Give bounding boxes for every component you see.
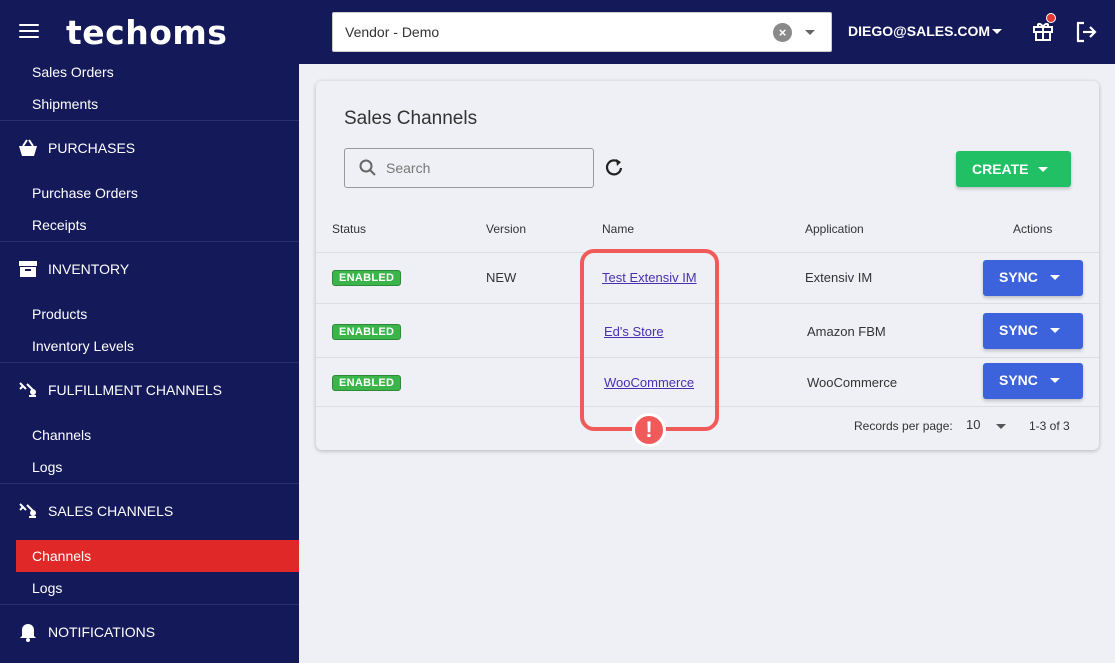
sync-label: SYNC — [999, 322, 1038, 338]
chevron-down-icon — [1038, 167, 1048, 172]
exclamation-icon: ! — [632, 413, 666, 447]
logout-icon[interactable] — [1074, 20, 1098, 44]
sidebar-item-products[interactable]: Products — [32, 306, 87, 322]
sidebar-divider — [0, 483, 299, 484]
status-badge: ENABLED — [332, 324, 402, 340]
sidebar-item-purchases[interactable]: PURCHASES — [18, 138, 135, 158]
sync-button[interactable]: SYNC — [983, 313, 1083, 349]
application-cell: WooCommerce — [807, 375, 898, 390]
sidebar-item-shipments[interactable]: Shipments — [32, 96, 98, 112]
sidebar-item-fulfillment-channels-list[interactable]: Channels — [32, 427, 91, 443]
create-label: CREATE — [972, 161, 1029, 177]
chevron-down-icon — [1050, 328, 1060, 333]
annotation-highlight-box — [580, 249, 719, 431]
records-per-page-label: Records per page: — [854, 419, 953, 433]
channels-icon — [18, 380, 38, 400]
chevron-down-icon — [1050, 378, 1060, 383]
sidebar-divider — [0, 362, 299, 363]
column-header-name[interactable]: Name — [602, 222, 634, 236]
column-header-version[interactable]: Version — [486, 222, 526, 236]
page-title: Sales Channels — [344, 108, 478, 129]
archive-icon — [18, 259, 38, 279]
sidebar-item-sales-channels[interactable]: SALES CHANNELS — [18, 501, 173, 521]
vendor-value: Vendor - Demo — [345, 24, 440, 40]
pagination-range: 1-3 of 3 — [1029, 419, 1070, 433]
sync-button[interactable]: SYNC — [983, 260, 1083, 296]
sidebar-item-purchase-orders[interactable]: Purchase Orders — [32, 185, 138, 201]
gift-icon[interactable] — [1032, 13, 1056, 42]
sidebar-item-receipts[interactable]: Receipts — [32, 217, 86, 233]
basket-icon — [18, 138, 38, 158]
create-button[interactable]: CREATE — [956, 151, 1071, 187]
channels-icon — [18, 501, 38, 521]
sidebar-item-inventory-levels[interactable]: Inventory Levels — [32, 338, 134, 354]
application-cell: Extensiv IM — [805, 270, 873, 285]
search-placeholder: Search — [386, 160, 431, 176]
top-bar: techoms Vendor - Demo × DIEGO@SALES.COM — [0, 0, 1115, 64]
menu-icon[interactable] — [19, 24, 39, 40]
sidebar-item-label: SALES CHANNELS — [48, 503, 174, 519]
sidebar-item-sales-orders[interactable]: Sales Orders — [32, 64, 114, 80]
vendor-select[interactable]: Vendor - Demo × — [332, 12, 832, 52]
chevron-down-icon[interactable] — [805, 30, 815, 35]
application-cell: Amazon FBM — [807, 324, 886, 339]
column-header-actions: Actions — [1013, 222, 1053, 236]
sidebar-item-label: FULFILLMENT CHANNELS — [48, 382, 223, 398]
sidebar-divider — [0, 241, 299, 242]
bell-icon — [18, 622, 38, 642]
sidebar-item-fulfillment-channels[interactable]: FULFILLMENT CHANNELS — [18, 380, 222, 400]
chevron-down-icon — [1050, 275, 1060, 280]
sidebar-item-label: PURCHASES — [48, 140, 136, 156]
clear-icon[interactable]: × — [773, 23, 792, 42]
sidebar-item-notifications[interactable]: NOTIFICATIONS — [18, 622, 155, 642]
records-per-page-select[interactable]: 10 — [966, 417, 980, 432]
user-chevron-down-icon[interactable] — [992, 29, 1002, 34]
sync-label: SYNC — [999, 372, 1038, 388]
status-badge: ENABLED — [332, 270, 402, 286]
sidebar-item-label: INVENTORY — [48, 261, 130, 277]
sidebar-item-inventory[interactable]: INVENTORY — [18, 259, 129, 279]
sidebar: Sales Orders Shipments PURCHASES Purchas… — [0, 64, 299, 663]
sync-button[interactable]: SYNC — [983, 363, 1083, 399]
user-menu[interactable]: DIEGO@SALES.COM — [848, 23, 990, 39]
refresh-icon[interactable] — [604, 157, 624, 182]
status-badge: ENABLED — [332, 375, 402, 391]
sidebar-item-fulfillment-logs[interactable]: Logs — [32, 459, 62, 475]
column-header-application[interactable]: Application — [805, 222, 864, 236]
sidebar-item-label: NOTIFICATIONS — [48, 624, 156, 640]
version-cell: NEW — [486, 270, 517, 285]
sidebar-divider — [0, 120, 299, 121]
sidebar-item-sales-logs[interactable]: Logs — [32, 580, 62, 596]
chevron-down-icon[interactable] — [996, 424, 1006, 429]
logo[interactable]: techoms — [66, 13, 227, 52]
sync-label: SYNC — [999, 269, 1038, 285]
search-icon — [359, 159, 377, 182]
column-header-status[interactable]: Status — [332, 222, 366, 236]
search-input[interactable]: Search — [344, 148, 594, 188]
notification-dot — [1046, 13, 1056, 23]
sidebar-divider — [0, 604, 299, 605]
sidebar-item-sales-channels-list[interactable]: Channels — [32, 548, 91, 564]
